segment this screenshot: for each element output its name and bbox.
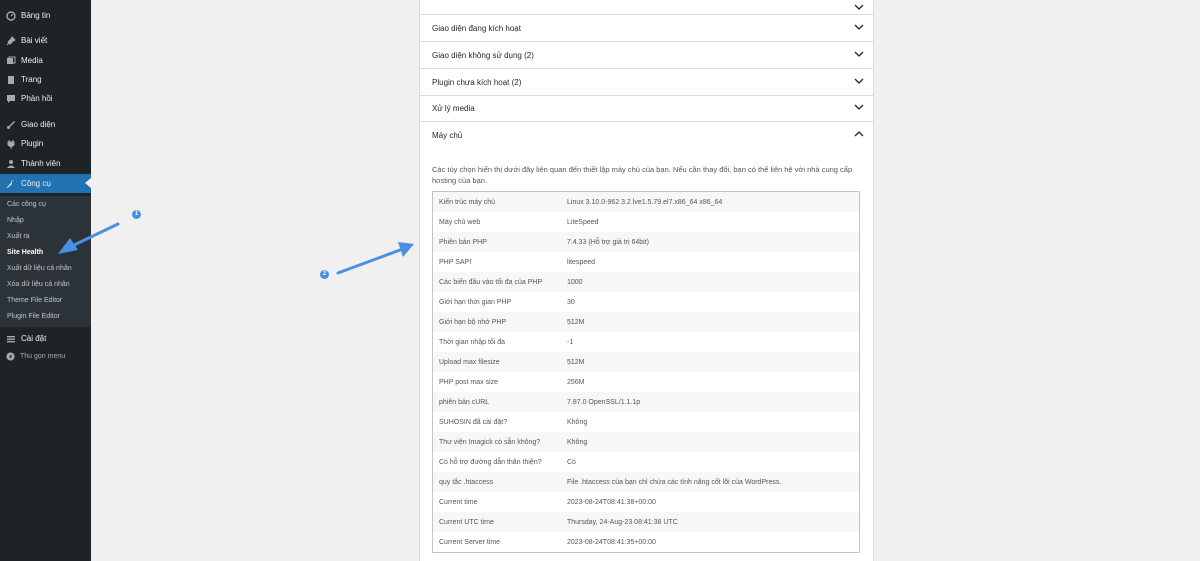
- annotation-badge-2: 2: [320, 270, 329, 279]
- annotation-badge-1: 1: [132, 210, 141, 219]
- arrow-1: [58, 222, 120, 254]
- annotation-arrows: [58, 222, 414, 275]
- arrow-2: [336, 242, 414, 275]
